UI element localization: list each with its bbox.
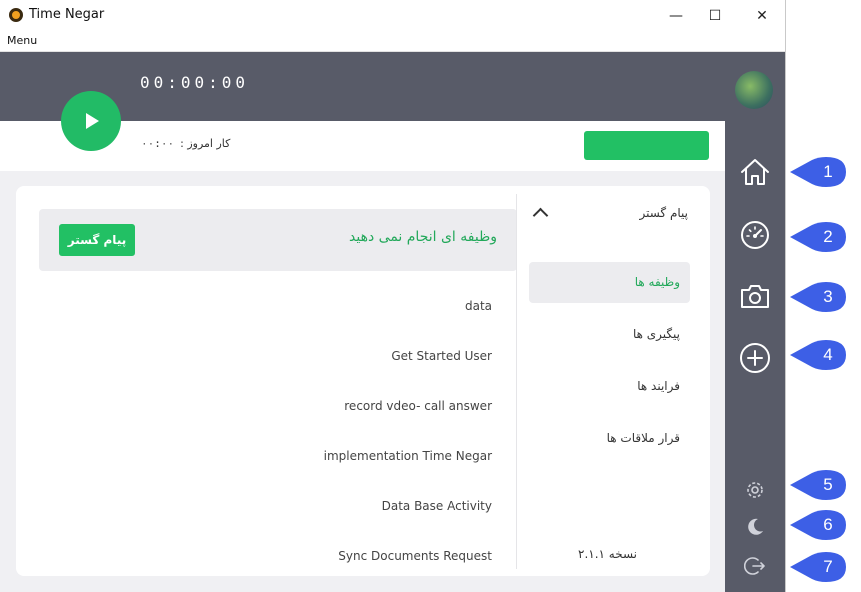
app-logo-icon xyxy=(9,8,23,22)
camera-icon[interactable] xyxy=(725,282,785,310)
menu-item-menu[interactable]: Menu xyxy=(7,34,37,47)
moon-icon[interactable] xyxy=(725,516,785,538)
callout-number: 4 xyxy=(823,345,833,364)
today-label: کار امروز : xyxy=(180,137,231,150)
timer-display: 00:00:00 xyxy=(140,73,250,92)
callout-number: 5 xyxy=(823,475,833,494)
today-work: کار امروز : ۰۰:۰۰ xyxy=(141,137,230,150)
side-item-tasks[interactable]: وظیفه ها xyxy=(529,262,690,303)
version-label: نسخه ۲.۱.۱ xyxy=(578,547,638,561)
callout-number: 2 xyxy=(823,227,833,246)
side-item-processes[interactable]: فرایند ها xyxy=(529,366,690,407)
callout-marker: 2 xyxy=(788,222,850,252)
chevron-up-icon[interactable] xyxy=(532,207,549,224)
callout-marker: 6 xyxy=(788,510,850,540)
window-title: Time Negar xyxy=(29,7,105,22)
play-icon xyxy=(86,113,99,129)
add-icon[interactable] xyxy=(725,342,785,374)
avatar[interactable] xyxy=(735,71,773,109)
home-icon[interactable] xyxy=(725,157,785,187)
callout-number: 7 xyxy=(823,557,833,576)
task-item[interactable]: Get Started User xyxy=(39,336,492,386)
menu-bar: Menu xyxy=(0,32,785,52)
panel-divider xyxy=(516,194,517,569)
side-item-meetings[interactable]: قرار ملاقات ها xyxy=(529,418,690,459)
app-window: Time Negar — ☐ ✕ Menu 00:00:00 کار امروز… xyxy=(0,0,786,592)
main-card: وظیفه ای انجام نمی دهید پیام گستر data G… xyxy=(16,186,710,576)
banner-message: وظیفه ای انجام نمی دهید xyxy=(349,229,497,245)
callout-number: 1 xyxy=(823,162,833,181)
callout-marker: 5 xyxy=(788,470,850,500)
task-item[interactable]: Sync Documents Request xyxy=(39,536,492,576)
task-list: data Get Started User record vdeo- call … xyxy=(39,286,492,576)
project-title: پیام گستر xyxy=(639,206,688,220)
title-bar: Time Negar — ☐ ✕ xyxy=(0,0,785,32)
callout-number: 6 xyxy=(823,515,833,534)
callout-marker: 7 xyxy=(788,552,850,582)
side-menu: وظیفه ها پیگیری ها فرایند ها قرار ملاقات… xyxy=(529,262,690,470)
side-item-followups[interactable]: پیگیری ها xyxy=(529,314,690,355)
callout-number: 3 xyxy=(823,287,833,306)
task-item[interactable]: Data Base Activity xyxy=(39,486,492,536)
task-select-button[interactable] xyxy=(584,131,709,160)
settings-icon[interactable] xyxy=(725,479,785,501)
no-task-banner: وظیفه ای انجام نمی دهید پیام گستر xyxy=(39,209,517,271)
callout-marker: 3 xyxy=(788,282,850,312)
close-button[interactable]: ✕ xyxy=(739,0,785,32)
task-item[interactable]: record vdeo- call answer xyxy=(39,386,492,436)
play-button[interactable] xyxy=(61,91,121,151)
task-item[interactable]: data xyxy=(39,286,492,336)
maximize-button[interactable]: ☐ xyxy=(692,0,738,32)
dashboard-icon[interactable] xyxy=(725,219,785,251)
callout-marker: 1 xyxy=(788,157,850,187)
right-sidebar xyxy=(725,52,785,592)
today-value: ۰۰:۰۰ xyxy=(141,137,175,150)
task-item[interactable]: implementation Time Negar xyxy=(39,436,492,486)
project-button[interactable]: پیام گستر xyxy=(59,224,135,256)
logout-icon[interactable] xyxy=(725,555,785,577)
callout-marker: 4 xyxy=(788,340,850,370)
